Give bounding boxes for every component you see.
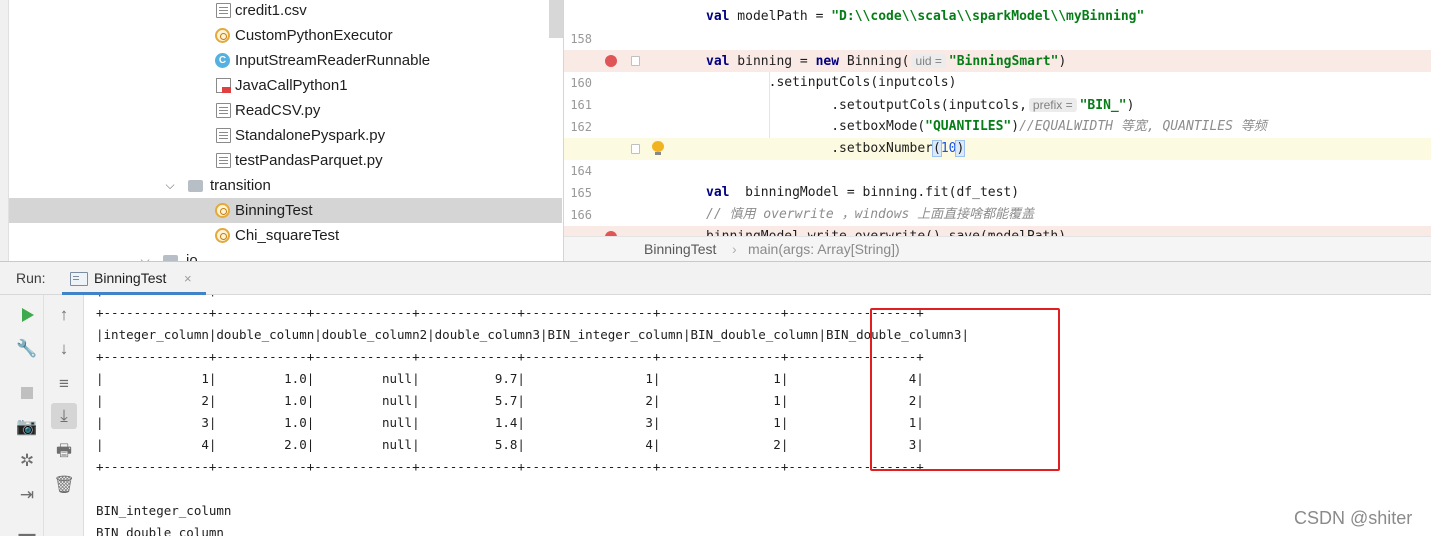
breadcrumb-separator: › (732, 241, 737, 257)
console-line: BIN_integer_column (96, 503, 232, 518)
chevron-down-icon[interactable]: ⌵ (138, 248, 152, 261)
camera-icon[interactable]: 📷 (14, 414, 40, 440)
console-line: | 4| 2.0| null| 5.8| 4| 2| 3| (96, 437, 924, 452)
scala-object-icon (215, 228, 230, 243)
console-line: BIN_double_column (96, 525, 224, 536)
code-line[interactable]: 165 (564, 160, 1431, 200)
tree-scrollbar[interactable] (549, 0, 563, 38)
fold-icon[interactable] (631, 56, 640, 66)
scroll-to-end-icon[interactable]: ⤓ (51, 403, 77, 429)
tree-folder-transition[interactable]: ⌵ transition (9, 173, 562, 198)
code-line-breakpoint[interactable]: 160 val binning = new Binning(uid = "Binn… (564, 50, 1431, 90)
breadcrumb: BinningTest › main(args: Array[String]) (564, 236, 1431, 261)
code-line[interactable]: 161 .setinputCols(inputcols) (564, 72, 1431, 112)
console-line: +--------------+------------+-----------… (96, 459, 924, 474)
stop-icon (21, 387, 33, 399)
rerun-button[interactable] (14, 302, 40, 328)
run-toolbar-right: ↑ ↓ ≡ ⤓ 🖶 🗑 (44, 295, 84, 536)
console-line: +--------------+------------+-----------… (96, 305, 924, 320)
lightbulb-icon[interactable] (652, 141, 664, 155)
tree-left-strip (0, 0, 9, 261)
code-line[interactable]: 162 .setoutputCols(inputcols, prefix = "BI… (564, 94, 1431, 134)
arrow-up-icon[interactable]: ↑ (51, 302, 77, 328)
parameter-hint: uid = (911, 54, 946, 68)
tree-item-custom-python-executor[interactable]: CustomPythonExecutor (9, 23, 562, 48)
tree-folder-io[interactable]: ⌵ io (9, 248, 562, 261)
file-icon (216, 128, 231, 143)
code-line-breakpoint-partial[interactable]: 168 binningModel.write.overwrite().save(… (564, 226, 1431, 236)
run-toolwindow-header: Run: BinningTest × (0, 261, 1431, 295)
project-tree: credit1.csv CustomPythonExecutor C Input… (0, 0, 563, 261)
file-icon (216, 103, 231, 118)
breadcrumb-class[interactable]: BinningTest (644, 237, 716, 261)
tree-item-java-call-python1[interactable]: JavaCallPython1 (9, 73, 562, 98)
run-toolbar-left: 🔧 📷 ✲ ⇥ ▬ (0, 295, 44, 536)
tree-item-test-pandas-parquet-py[interactable]: testPandasParquet.py (9, 148, 562, 173)
chevron-down-icon[interactable]: ⌵ (163, 173, 177, 198)
matched-brace: ( (932, 140, 942, 157)
tree-item-standalone-pyspark-py[interactable]: StandalonePyspark.py (9, 123, 562, 148)
run-label: Run: (16, 270, 46, 286)
code-comment: //EQUALWIDTH 等宽, QUANTILES 等频 (1019, 119, 1267, 134)
login-icon[interactable]: ⇥ (14, 482, 40, 508)
stop-button[interactable] (14, 380, 40, 406)
java-class-icon: C (215, 53, 230, 68)
code-line[interactable]: 167 // 慎用 overwrite ，windows 上面直接啥都能覆盖 (564, 204, 1431, 244)
parameter-hint: prefix = (1028, 98, 1077, 112)
tree-item-read-csv-py[interactable]: ReadCSV.py (9, 98, 562, 123)
code-line[interactable]: 158 val modelPath = "D:\\code\\scala\\sp… (564, 6, 1431, 46)
wrench-icon[interactable]: 🔧 (14, 336, 40, 362)
tree-item-chi-square-test[interactable]: Chi_squareTest (9, 223, 562, 248)
code-editor[interactable]: 158 val modelPath = "D:\\code\\scala\\sp… (563, 0, 1431, 261)
code-line[interactable]: 166 val binningModel = binning.fit(df_te… (564, 182, 1431, 222)
watermark: CSDN @shiter (1294, 508, 1413, 528)
arrow-down-icon[interactable]: ↓ (51, 336, 77, 362)
breakpoint-icon[interactable] (605, 55, 617, 67)
debug-bug-icon[interactable]: ✲ (14, 448, 40, 474)
matched-brace: ) (955, 140, 966, 157)
console-line: |integer_column|double_column|double_col… (96, 327, 969, 342)
console-line: | 3| 1.0| null| 1.4| 3| 1| 1| (96, 415, 924, 430)
file-icon (216, 153, 231, 168)
scala-object-icon (215, 28, 230, 43)
folder-icon (188, 180, 203, 192)
close-icon[interactable]: × (184, 262, 192, 295)
breadcrumb-method[interactable]: main(args: Array[String]) (748, 237, 900, 261)
scala-object-icon (215, 203, 230, 218)
console-output[interactable]: +--------------+ +--------------+-------… (84, 295, 1431, 536)
fold-icon[interactable] (631, 144, 640, 154)
tree-item-input-stream-reader-runnable[interactable]: C InputStreamReaderRunnable (9, 48, 562, 73)
tree-item-binning-test[interactable]: BinningTest (9, 198, 562, 223)
file-icon (216, 3, 231, 18)
console-line: | 2| 1.0| null| 5.7| 2| 1| 2| (96, 393, 924, 408)
print-icon[interactable]: 🖶 (51, 438, 77, 464)
tree-item-credit1-csv[interactable]: credit1.csv (9, 0, 562, 23)
soft-wrap-icon[interactable]: ≡ (51, 371, 77, 397)
trash-icon[interactable]: 🗑 (51, 472, 77, 498)
code-comment: // 慎用 overwrite ，windows 上面直接啥都能覆盖 (706, 207, 1035, 222)
console-tab-icon (70, 272, 88, 286)
run-tab-binning-test[interactable]: BinningTest × (62, 262, 206, 295)
code-line[interactable]: 163 .setboxMode("QUANTILES")//EQUALWIDTH… (564, 116, 1431, 156)
java-file-icon (216, 78, 231, 93)
console-line: +--------------+------------+-----------… (96, 349, 924, 364)
console-line: | 1| 1.0| null| 9.7| 1| 1| 4| (96, 371, 924, 386)
code-line[interactable]: 159 (564, 28, 1431, 68)
play-icon (22, 308, 34, 322)
code-line-current[interactable]: 164 .setboxNumber(10) (564, 138, 1431, 178)
layout-icon[interactable]: ▬ (14, 521, 40, 536)
